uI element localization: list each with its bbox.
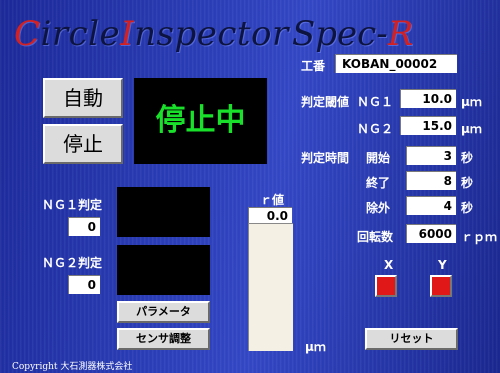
ng1-threshold-field[interactable]: 10.0	[400, 89, 456, 108]
start-time-field[interactable]: 3	[406, 146, 456, 165]
auto-button[interactable]: 自動	[43, 78, 123, 118]
title-part-nspector: nspector	[134, 14, 289, 54]
judge-time-label: 判定時間	[301, 151, 350, 165]
r-value-label: ｒ値	[260, 193, 285, 207]
start-time-unit: 秒	[461, 151, 474, 165]
subtitle-spec: Spec-	[292, 14, 388, 54]
end-time-unit: 秒	[461, 176, 474, 190]
exclude-time-unit: 秒	[461, 201, 474, 215]
end-time-label: 終了	[366, 176, 391, 190]
status-display: 停止中	[134, 78, 267, 164]
ng1-judge-label: ＮＧ１判定	[42, 198, 103, 212]
koban-label: 工番	[301, 59, 326, 73]
ng2-judge-display	[117, 245, 210, 295]
exclude-time-label: 除外	[366, 201, 391, 215]
r-value-gauge	[248, 223, 293, 351]
ng1-threshold-label: ＮＧ１	[357, 95, 394, 109]
app-subtitle: Spec-R	[292, 14, 413, 54]
app-title: CircleInspector	[14, 14, 289, 54]
ng1-threshold-unit: μｍ	[461, 95, 482, 109]
y-indicator-label: Y	[438, 258, 447, 272]
judge-threshold-label: 判定閾値	[301, 95, 350, 109]
r-value-unit: μｍ	[305, 340, 326, 354]
ng2-threshold-label: ＮＧ２	[357, 122, 394, 136]
ng1-judge-count: 0	[68, 217, 100, 236]
subtitle-r: R	[387, 14, 414, 54]
y-indicator-lamp	[430, 275, 452, 297]
koban-field[interactable]: KOBAN_00002	[335, 54, 457, 73]
ng2-judge-count: 0	[68, 275, 100, 294]
title-initial-i: I	[120, 14, 135, 54]
x-indicator-label: X	[384, 258, 394, 272]
copyright-text: Copyright 大石測器株式会社	[12, 362, 133, 372]
r-value-field: 0.0	[248, 207, 292, 224]
rotation-field[interactable]: 6000	[406, 224, 456, 243]
ng2-threshold-field[interactable]: 15.0	[400, 116, 456, 135]
ng2-threshold-unit: μｍ	[461, 122, 482, 136]
x-indicator-lamp	[375, 275, 397, 297]
start-time-label: 開始	[366, 151, 391, 165]
rotation-label: 回転数	[357, 230, 394, 244]
reset-button[interactable]: リセット	[365, 328, 458, 350]
ng2-judge-label: ＮＧ２判定	[42, 256, 103, 270]
rotation-unit: ｒｐｍ	[461, 230, 498, 244]
sensor-adjust-button[interactable]: センサ調整	[117, 328, 210, 350]
title-part-ircle: ircle	[40, 14, 121, 54]
end-time-field[interactable]: 8	[406, 171, 456, 190]
title-initial-c: C	[14, 14, 41, 54]
stop-button[interactable]: 停止	[43, 124, 123, 164]
ng1-judge-display	[117, 187, 210, 237]
parameter-button[interactable]: パラメータ	[117, 301, 210, 323]
exclude-time-field[interactable]: 4	[406, 196, 456, 215]
